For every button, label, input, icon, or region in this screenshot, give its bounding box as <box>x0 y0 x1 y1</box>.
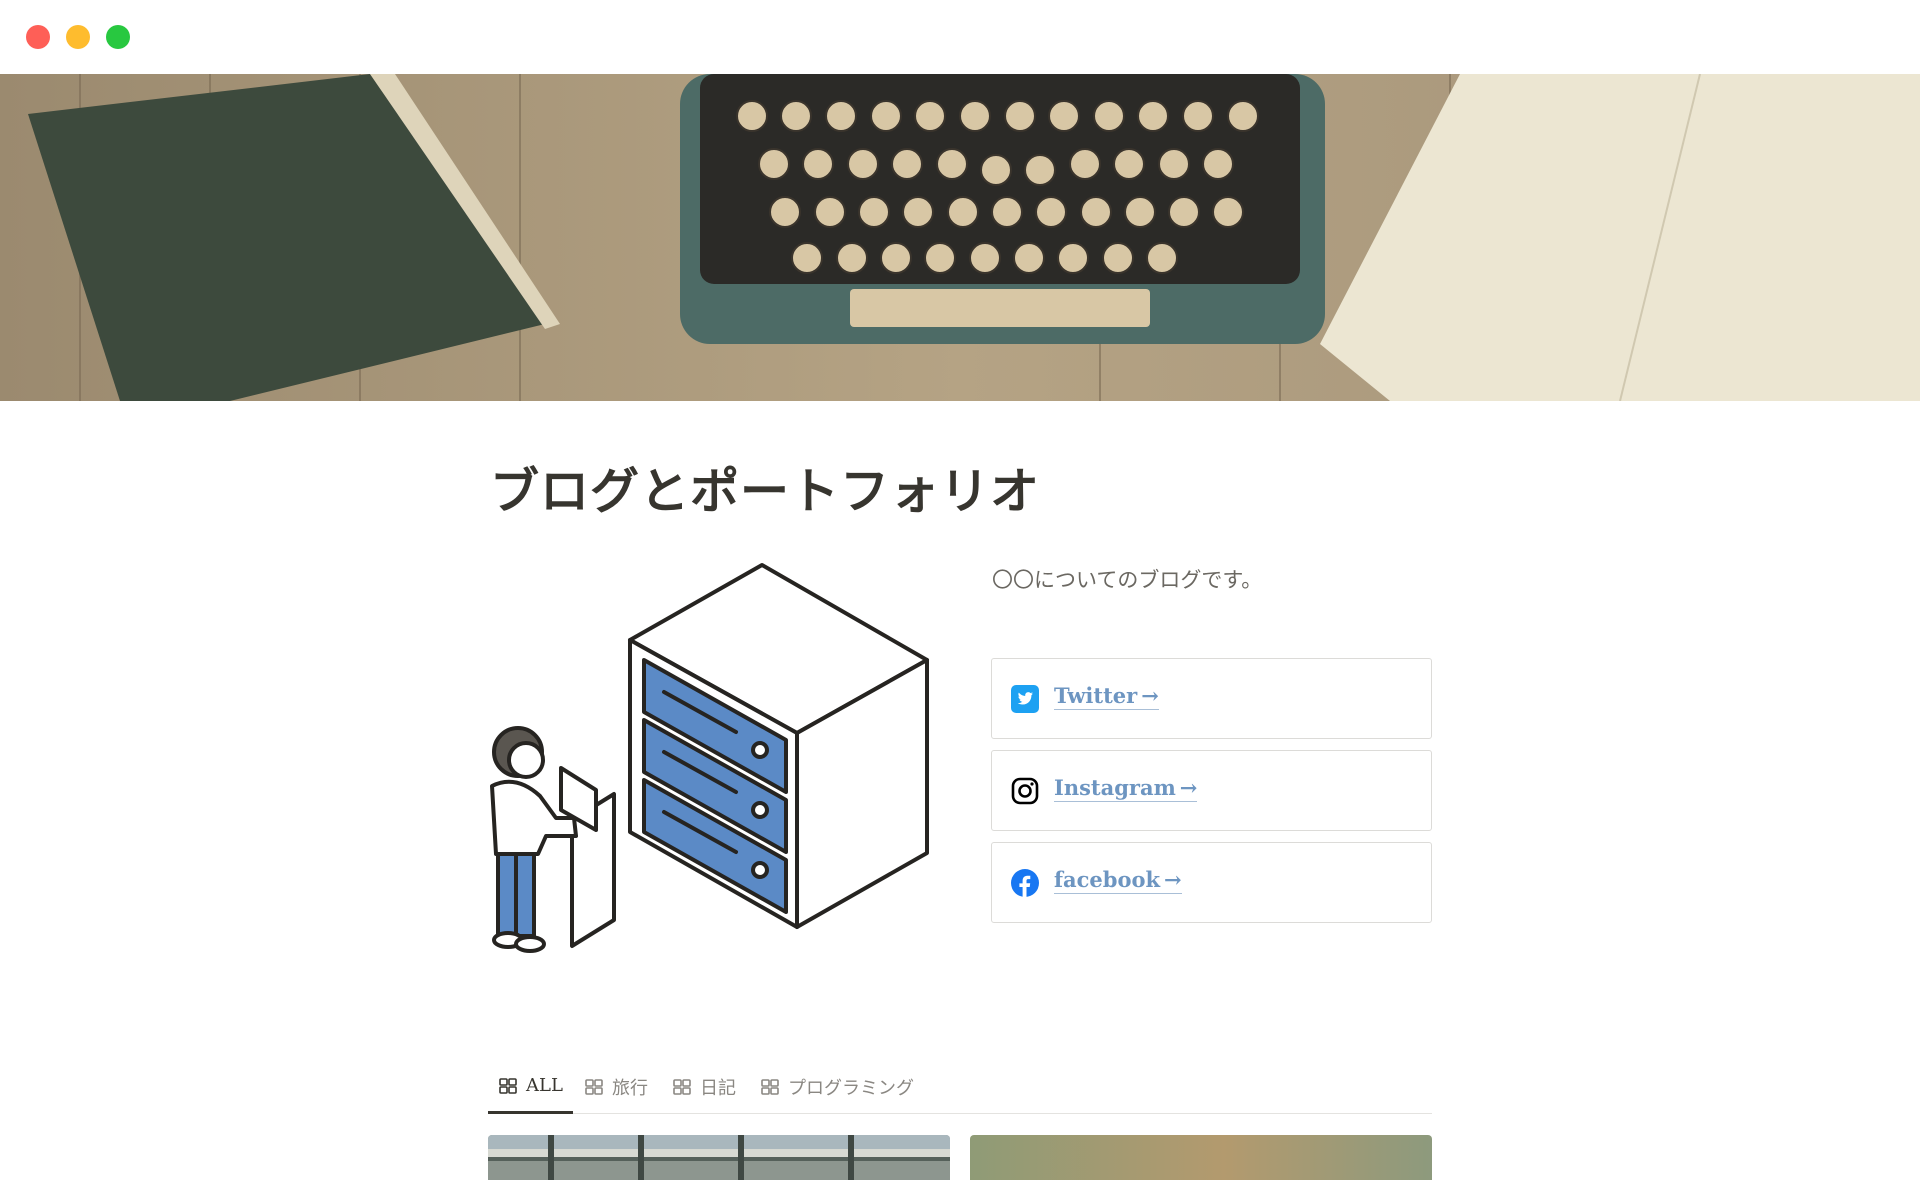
gallery-card-2[interactable] <box>970 1135 1432 1180</box>
instagram-link-card[interactable]: Instagram → <box>991 750 1432 831</box>
tab-programming[interactable]: プログラミング <box>760 1060 914 1114</box>
page-title: ブログとポートフォリオ <box>490 463 1041 520</box>
instagram-icon <box>1010 776 1040 806</box>
window-titlebar <box>0 0 1920 74</box>
tab-programming-label: プログラミング <box>788 1078 914 1099</box>
gallery-view-icon <box>761 1079 779 1095</box>
gallery-view-icon <box>585 1079 603 1095</box>
gallery-view-icon <box>673 1079 691 1095</box>
tab-travel-label: 旅行 <box>612 1078 648 1099</box>
tab-travel[interactable]: 旅行 <box>584 1060 648 1114</box>
tab-diary[interactable]: 日記 <box>672 1060 736 1114</box>
minimize-window-button[interactable] <box>66 25 90 49</box>
tab-all[interactable]: ALL <box>488 1060 573 1114</box>
twitter-link-card[interactable]: Twitter → <box>991 658 1432 739</box>
gallery-card-1[interactable] <box>488 1135 950 1180</box>
facebook-link-card[interactable]: facebook → <box>991 842 1432 923</box>
tab-all-label: ALL <box>526 1075 563 1096</box>
instagram-link[interactable]: Instagram → <box>1054 775 1198 802</box>
facebook-icon <box>1010 868 1040 898</box>
page-description: 〇〇についてのブログです。 <box>992 568 1263 592</box>
view-tabs: ALL 旅行 日記 プログラミング <box>488 1060 1432 1114</box>
twitter-link[interactable]: Twitter → <box>1054 683 1159 710</box>
gallery-view-icon <box>499 1077 517 1094</box>
server-illustration <box>486 560 936 960</box>
tab-diary-label: 日記 <box>700 1078 736 1099</box>
twitter-icon <box>1010 684 1040 714</box>
close-window-button[interactable] <box>26 25 50 49</box>
facebook-link[interactable]: facebook → <box>1054 867 1182 894</box>
zoom-window-button[interactable] <box>106 25 130 49</box>
cover-image[interactable] <box>0 74 1920 401</box>
